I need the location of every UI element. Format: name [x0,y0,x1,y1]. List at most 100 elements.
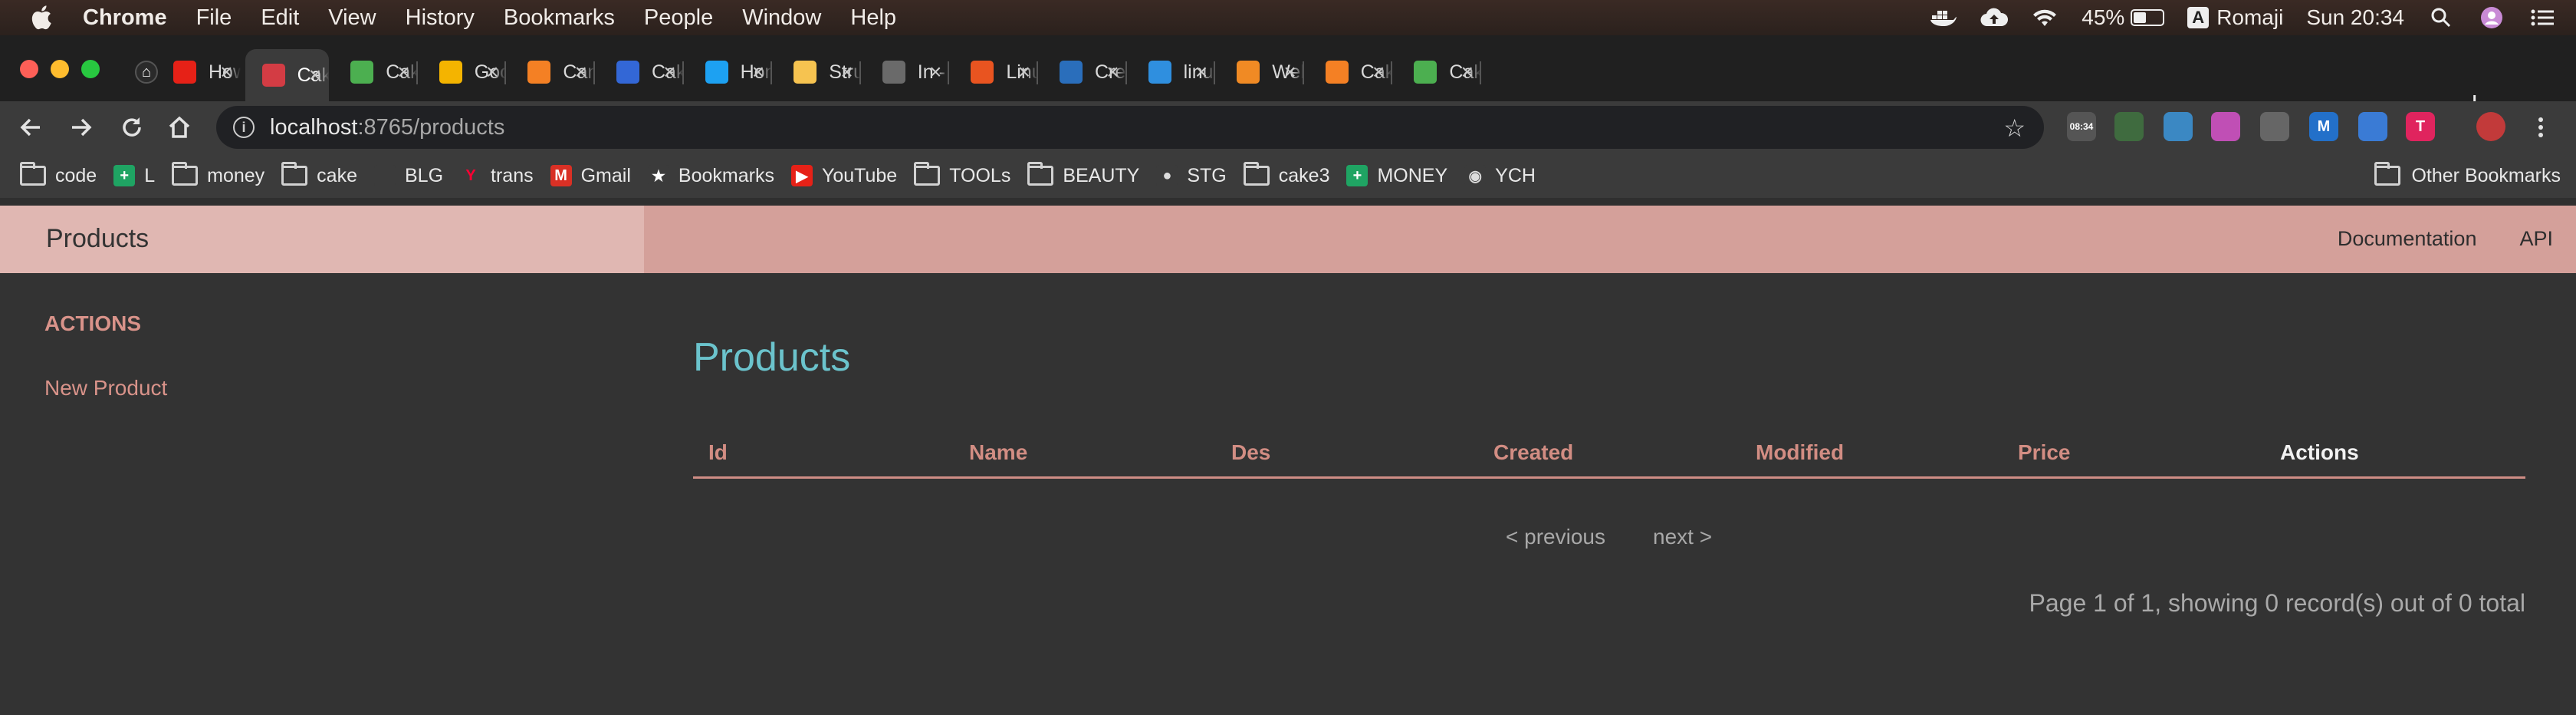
tab-close-icon[interactable]: × [397,60,409,84]
menu-edit[interactable]: Edit [261,5,299,31]
feather-extension-icon[interactable] [2164,112,2193,141]
bookmark-ych[interactable]: ◉ YCH [1464,165,1536,187]
tab-close-icon[interactable]: × [663,60,675,84]
bookmark-trans[interactable]: Ytrans [460,165,533,187]
wifi-icon[interactable] [2031,6,2058,29]
apple-icon[interactable] [29,4,57,31]
menu-history[interactable]: History [406,5,475,31]
nav-link-api[interactable]: API [2519,227,2553,251]
drive-extension-icon[interactable] [2260,112,2289,141]
compass-extension-icon[interactable] [2358,112,2387,141]
window-minimize-button[interactable] [51,60,69,78]
battery-status[interactable]: 45% [2082,5,2165,30]
user-icon[interactable] [2478,6,2505,29]
url-text[interactable]: localhost:8765/products [270,115,504,140]
tab-8[interactable]: Struggle× [777,51,861,94]
bookmark-beauty[interactable]: BEAUTY [1027,162,1139,187]
tab-close-icon[interactable]: × [1195,60,1208,84]
bookmark-tools[interactable]: TOOLs [914,162,1010,187]
tab-close-icon[interactable]: × [752,60,764,84]
faq-icon [1060,61,1083,84]
column-header-id[interactable]: Id [708,440,728,465]
pagination-next[interactable]: next > [1653,525,1712,549]
nav-link-documentation[interactable]: Documentation [2338,227,2477,251]
menu-window[interactable]: Window [742,5,821,31]
bookmark-star-icon[interactable]: ☆ [2003,114,2026,143]
tab-close-icon[interactable]: × [575,60,587,84]
forward-icon[interactable] [67,114,95,141]
input-source-menu[interactable]: A Romaji [2187,5,2283,30]
bookmark-gmail[interactable]: M Gmail [550,165,631,187]
tab-close-icon[interactable]: × [1106,60,1119,84]
search-icon[interactable] [2427,6,2455,29]
t-extension-icon[interactable]: T [2406,112,2435,141]
tab-14[interactable]: CakePHP× [1309,51,1392,94]
profile-avatar-icon[interactable] [2476,112,2505,141]
tab-close-icon[interactable]: × [1018,60,1030,84]
bookmark-money[interactable]: + MONEY [1346,165,1447,187]
tab-11[interactable]: Create× [1043,51,1127,94]
window-close-button[interactable] [20,60,38,78]
tab-15[interactable]: CakePHP× [1397,51,1481,94]
docker-icon[interactable] [1930,6,1957,29]
bookmark-stg[interactable]: ● STG [1156,165,1227,187]
menu-bookmarks[interactable]: Bookmarks [504,5,615,31]
menu-app-name[interactable]: Chrome [83,5,167,31]
tab-13[interactable]: Weblio× [1220,51,1304,94]
column-header-created[interactable]: Created [1493,440,1573,465]
bookmark-bookmarks[interactable]: ★ Bookmarks [647,165,774,187]
column-header-modified[interactable]: Modified [1756,440,1844,465]
chrome-menu-icon[interactable] [2527,114,2555,141]
tab-close-icon[interactable]: × [840,60,853,84]
tab-close-icon[interactable]: × [929,60,941,84]
window-zoom-button[interactable] [81,60,100,78]
tab-close-icon[interactable]: × [220,60,232,84]
column-header-des[interactable]: Des [1231,440,1270,465]
tab-9[interactable]: In - In× [866,51,949,94]
tab-close-icon[interactable]: × [1372,60,1385,84]
tab-5[interactable]: Cannot× [511,51,595,94]
tab-close-icon[interactable]: × [1283,60,1296,84]
tab-close-icon[interactable]: × [309,63,321,87]
tab-7[interactable]: Home× [688,51,772,94]
reload-icon[interactable] [118,114,146,141]
tab-close-icon[interactable]: × [1461,60,1474,84]
new-product-link[interactable]: New Product [44,376,167,400]
cloud-upload-icon[interactable] [1980,6,2009,29]
back-icon[interactable] [17,114,44,141]
tab-12[interactable]: linux -× [1132,51,1215,94]
plug-extension-icon[interactable] [2114,112,2144,141]
tab-6[interactable]: CakePHP× [600,51,684,94]
tab-3[interactable]: CakePHP× [334,51,418,94]
menu-people[interactable]: People [644,5,713,31]
menu-view[interactable]: View [328,5,376,31]
menubar-clock[interactable]: Sun 20:34 [2306,5,2404,30]
bookmark-l[interactable]: + L [113,165,155,187]
site-info-icon[interactable]: i [233,117,255,138]
home-icon[interactable] [166,114,193,141]
tab-2[interactable]: CakePHP× [245,49,330,101]
menu-help[interactable]: Help [850,5,896,31]
list-icon[interactable] [2528,6,2556,29]
brand-title[interactable]: Products [46,224,149,254]
bookmark-cake[interactable]: cake [281,162,357,187]
tab-10[interactable]: Linux× [954,51,1038,94]
m-extension-icon[interactable]: M [2309,112,2338,141]
color-wheel-extension-icon[interactable] [2211,112,2240,141]
bookmark-code[interactable]: code [20,162,97,187]
other-bookmarks-folder[interactable]: Other Bookmarks [2374,162,2561,187]
tab-1[interactable]: How to× [156,51,241,94]
address-bar[interactable]: i localhost:8765/products ☆ [216,106,2044,149]
bookmark-blg[interactable]: BLG [373,165,443,187]
bookmark-cake3[interactable]: cake3 [1243,162,1329,187]
pagination-previous[interactable]: < previous [1506,525,1605,549]
column-header-price[interactable]: Price [2018,440,2071,465]
bookmark-money[interactable]: money [172,162,264,187]
bookmark-youtube[interactable]: ▶ YouTube [790,165,897,187]
tab-4[interactable]: Google× [422,51,506,94]
clock-extension-icon[interactable]: 08:34 [2067,112,2096,141]
column-header-name[interactable]: Name [969,440,1027,465]
menu-file[interactable]: File [196,5,232,31]
tab-pinned[interactable]: ⌂ [135,51,158,94]
tab-close-icon[interactable]: × [486,60,498,84]
